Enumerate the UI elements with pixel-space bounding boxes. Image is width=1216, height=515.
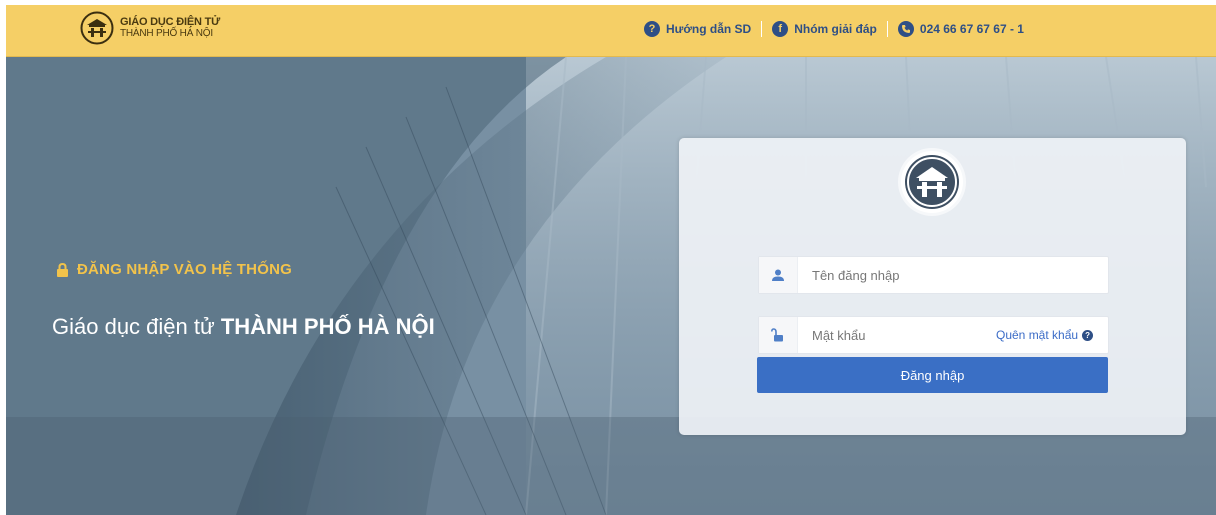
guide-link-label: Hướng dẫn SD: [666, 22, 752, 36]
divider: [886, 21, 888, 37]
user-icon: [759, 257, 798, 293]
hotline-label: 024 66 67 67 67 - 1: [919, 22, 1024, 36]
lock-icon: [57, 262, 68, 277]
question-icon: ?: [1082, 329, 1094, 341]
username-field[interactable]: [758, 256, 1109, 294]
facebook-icon: f: [772, 21, 789, 37]
top-bar: GIÁO DỤC ĐIỆN TỬ THÀNH PHỐ HÀ NỘI ? Hướn…: [6, 5, 1216, 57]
hanoi-emblem-icon: [905, 155, 959, 209]
login-heading-text: ĐĂNG NHẬP VÀO HỆ THỐNG: [77, 261, 292, 278]
hero-subtitle-city: THÀNH PHỐ HÀ NỘI: [220, 314, 435, 339]
forgot-password-link[interactable]: Quên mật khẩu ?: [996, 328, 1094, 342]
forgot-password-label: Quên mật khẩu: [996, 328, 1079, 342]
help-icon: ?: [644, 21, 660, 37]
phone-icon: [897, 21, 914, 37]
hanoi-logo-icon: [80, 11, 114, 45]
unlock-icon: [759, 317, 798, 353]
username-input[interactable]: [810, 257, 1094, 293]
panel-logo: [901, 151, 963, 213]
guide-link[interactable]: ? Hướng dẫn SD: [644, 21, 751, 37]
brand[interactable]: GIÁO DỤC ĐIỆN TỬ THÀNH PHỐ HÀ NỘI: [80, 11, 220, 45]
brand-subtitle: THÀNH PHỐ HÀ NỘI: [120, 28, 213, 39]
login-button[interactable]: Đăng nhập: [757, 357, 1108, 393]
hotline-link[interactable]: 024 66 67 67 67 - 1: [897, 21, 1024, 37]
support-group-link[interactable]: f Nhóm giải đáp: [772, 21, 877, 37]
hero-subtitle-prefix: Giáo dục điện tử: [52, 314, 221, 339]
brand-title: GIÁO DỤC ĐIỆN TỬ: [120, 16, 221, 28]
hero-subtitle: Giáo dục điện tử THÀNH PHỐ HÀ NỘI: [52, 314, 435, 340]
top-links: ? Hướng dẫn SD f Nhóm giải đáp 024 66 67…: [644, 21, 1024, 37]
divider: [761, 21, 763, 37]
page-frame: GIÁO DỤC ĐIỆN TỬ THÀNH PHỐ HÀ NỘI ? Hướn…: [6, 5, 1216, 515]
support-group-label: Nhóm giải đáp: [794, 22, 877, 36]
login-heading: ĐĂNG NHẬP VÀO HỆ THỐNG: [56, 261, 292, 278]
